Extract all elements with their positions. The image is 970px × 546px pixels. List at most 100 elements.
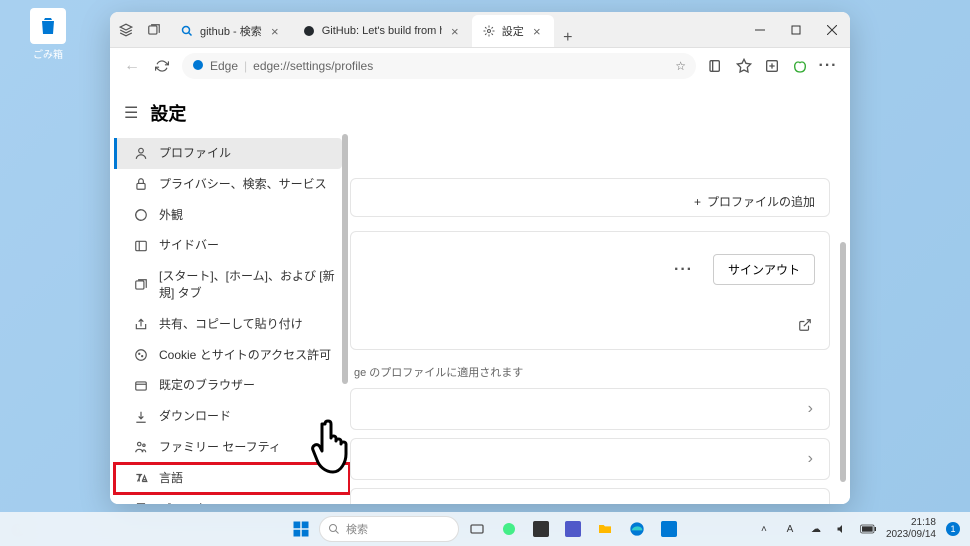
extensions-icon[interactable] <box>790 56 810 76</box>
close-icon[interactable]: × <box>530 24 544 38</box>
url-brand: Edge <box>210 59 238 73</box>
settings-title: 設定 <box>150 100 186 126</box>
favorites-icon[interactable] <box>734 56 754 76</box>
close-icon[interactable]: × <box>268 24 282 38</box>
address-bar: ← Edge | edge://settings/profiles ☆ ··· <box>110 48 850 84</box>
notifications-icon[interactable]: 1 <box>946 522 960 536</box>
external-link-icon[interactable] <box>795 315 815 335</box>
sidebar-scrollbar[interactable] <box>342 134 348 384</box>
list-row[interactable]: › <box>350 438 830 480</box>
pinned-app[interactable] <box>559 515 587 543</box>
battery-icon[interactable] <box>860 521 876 537</box>
chevron-right-icon: › <box>808 450 813 468</box>
sidebar-item-cookie[interactable]: Cookie とサイトのアクセス許可 <box>114 340 350 371</box>
profile-icon <box>133 145 149 161</box>
new-tab-button[interactable]: + <box>554 29 582 47</box>
list-row[interactable]: › <box>350 388 830 430</box>
sidebar-item-label: サイドバー <box>159 237 219 254</box>
sidebar-item-family[interactable]: ファミリー セーフティ <box>114 432 350 463</box>
taskbar-search-placeholder: 検索 <box>346 521 368 537</box>
family-icon <box>133 439 149 455</box>
language-icon <box>133 470 149 486</box>
sidebar-item-label: プロファイル <box>159 145 231 162</box>
taskbar: 検索 ˄ A ☁ 21:18 2023/09/14 1 <box>0 512 970 546</box>
sidebar-item-language[interactable]: 言語 <box>114 463 350 494</box>
plus-icon: + <box>694 195 701 209</box>
sidebar-icon <box>133 238 149 254</box>
clock[interactable]: 21:18 2023/09/14 <box>886 517 936 541</box>
signout-button[interactable]: サインアウト <box>713 254 815 285</box>
volume-icon[interactable] <box>834 521 850 537</box>
settings-sidebar: ☰ 設定 プロファイルプライバシー、検索、サービス外観サイドバー [スタート]、[… <box>110 84 350 504</box>
tab-0[interactable]: github - 検索 × <box>170 15 292 47</box>
sidebar-item-label: 既定のブラウザー <box>159 377 255 394</box>
tab-strip: github - 検索 × GitHub: Let's build from h… <box>170 12 742 47</box>
sidebar-item-lock[interactable]: プライバシー、検索、サービス <box>114 169 350 200</box>
sidebar-item-label: Cookie とサイトのアクセス許可 <box>159 347 331 364</box>
tab-2[interactable]: 設定 × <box>472 15 554 47</box>
chevron-right-icon: › <box>808 500 813 504</box>
minimize-button[interactable] <box>742 12 778 48</box>
edge-button[interactable] <box>623 515 651 543</box>
github-icon <box>302 24 316 38</box>
list-row[interactable]: › <box>350 488 830 504</box>
reading-list-icon[interactable] <box>706 56 726 76</box>
profile-card: + プロファイルの追加 <box>350 178 830 217</box>
refresh-button[interactable] <box>152 56 172 76</box>
sidebar-item-profile[interactable]: プロファイル <box>114 138 342 169</box>
close-icon[interactable]: × <box>448 24 462 38</box>
collections-icon[interactable] <box>762 56 782 76</box>
taskbar-search[interactable]: 検索 <box>319 516 459 542</box>
window-controls <box>742 12 850 47</box>
start-button[interactable] <box>287 515 315 543</box>
clock-date: 2023/09/14 <box>886 529 936 541</box>
back-button[interactable]: ← <box>122 56 142 76</box>
maximize-button[interactable] <box>778 12 814 48</box>
workspace-icon[interactable] <box>118 22 134 38</box>
sidebar-item-download[interactable]: ダウンロード <box>114 401 350 432</box>
tab-label: 設定 <box>502 23 524 39</box>
sidebar-item-label: [スタート]、[ホーム]、および [新規] タブ <box>159 268 338 302</box>
sidebar-item-tabs[interactable]: [スタート]、[ホーム]、および [新規] タブ <box>114 261 350 309</box>
gear-icon <box>482 24 496 38</box>
sidebar-item-label: プライバシー、検索、サービス <box>159 176 327 193</box>
more-button[interactable]: ··· <box>666 257 701 283</box>
store-button[interactable] <box>655 515 683 543</box>
browser-window: github - 検索 × GitHub: Let's build from h… <box>110 12 850 504</box>
printer-icon <box>133 501 149 504</box>
browser-icon <box>133 378 149 394</box>
sidebar-item-label: プリンター <box>159 501 219 504</box>
sidebar-item-sidebar[interactable]: サイドバー <box>114 230 350 261</box>
explorer-button[interactable] <box>591 515 619 543</box>
menu-icon[interactable]: ··· <box>818 56 838 76</box>
sidebar-item-label: 言語 <box>159 470 183 487</box>
tab-label: GitHub: Let's build from here <box>322 25 442 37</box>
add-profile-button[interactable]: + プロファイルの追加 <box>694 193 815 210</box>
chevron-up-icon[interactable]: ˄ <box>756 521 772 537</box>
add-profile-label: プロファイルの追加 <box>707 193 815 210</box>
star-icon[interactable]: ☆ <box>675 59 686 73</box>
content-scrollbar[interactable] <box>840 242 846 482</box>
url-field[interactable]: Edge | edge://settings/profiles ☆ <box>182 53 696 79</box>
recycle-bin-label: ごみ箱 <box>30 46 66 61</box>
sidebar-item-browser[interactable]: 既定のブラウザー <box>114 370 350 401</box>
lock-icon <box>133 176 149 192</box>
ime-indicator[interactable]: A <box>782 521 798 537</box>
pinned-app[interactable] <box>527 515 555 543</box>
recycle-bin[interactable]: ごみ箱 <box>30 8 66 61</box>
hamburger-icon[interactable]: ☰ <box>124 103 138 123</box>
cookie-icon <box>133 347 149 363</box>
sidebar-item-label: ファミリー セーフティ <box>159 439 281 456</box>
sidebar-item-label: ダウンロード <box>159 408 231 425</box>
tabs-overview-icon[interactable] <box>146 22 162 38</box>
sidebar-item-printer[interactable]: プリンター <box>114 494 350 504</box>
onedrive-icon[interactable]: ☁ <box>808 521 824 537</box>
chat-button[interactable] <box>495 515 523 543</box>
recycle-bin-icon <box>30 8 66 44</box>
profile-desc: ge のプロファイルに適用されます <box>350 364 830 388</box>
close-window-button[interactable] <box>814 12 850 48</box>
tab-1[interactable]: GitHub: Let's build from here × <box>292 15 472 47</box>
sidebar-item-appearance[interactable]: 外観 <box>114 200 350 231</box>
task-view-button[interactable] <box>463 515 491 543</box>
sidebar-item-share[interactable]: 共有、コピーして貼り付け <box>114 309 350 340</box>
